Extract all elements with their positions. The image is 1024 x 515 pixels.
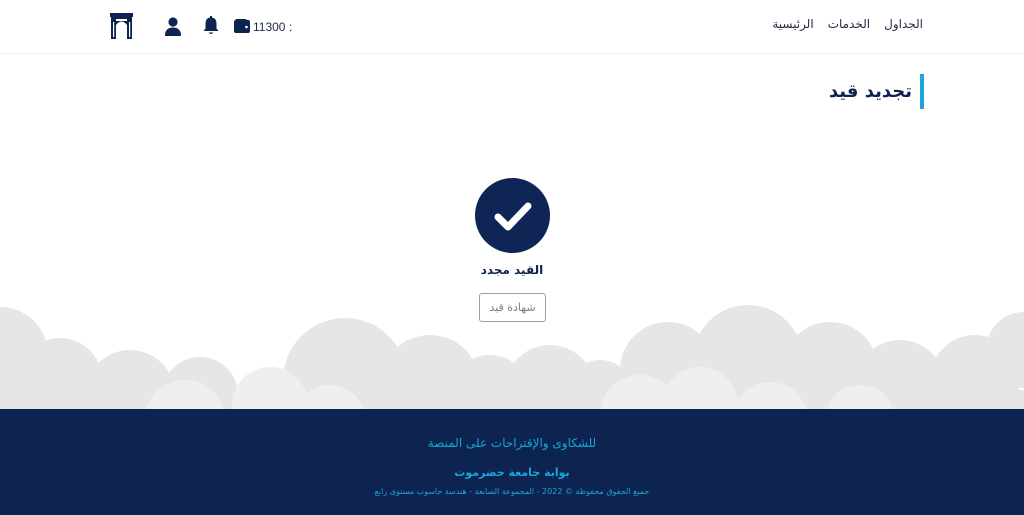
site-footer: للشكاوى والإقتراحات على المنصة بوابة جام… — [0, 409, 1024, 515]
wallet-balance: 11300 : — [253, 20, 292, 34]
nav-home[interactable]: الرئيسية — [772, 17, 813, 31]
page-title: تجديد قيد — [828, 81, 912, 102]
enrollment-certificate-button[interactable]: شهادة قيد — [479, 293, 546, 322]
footer-brand: بوابة جامعة حضرموت — [454, 466, 570, 479]
wallet-icon — [234, 19, 250, 33]
nav-schedules[interactable]: الجداول — [884, 17, 923, 31]
balance-value: 11300 — [253, 20, 286, 34]
check-icon — [494, 202, 531, 230]
user-icon[interactable] — [164, 17, 182, 36]
footer-copyright: جميع الحقوق محفوظة © 2022 - المجموعة الس… — [374, 487, 650, 496]
balance-separator: : — [288, 20, 293, 34]
success-badge — [475, 178, 550, 253]
registration-status: القيد مجدد — [480, 263, 544, 277]
top-header: الرئيسية الخدمات الجداول 11300 : — [0, 0, 1024, 54]
complaints-link[interactable]: للشكاوى والإقتراحات على المنصة — [0, 436, 1024, 450]
page-title-block: تجديد قيد — [829, 74, 924, 109]
nav-services[interactable]: الخدمات — [828, 17, 870, 31]
university-logo-icon[interactable] — [110, 13, 133, 39]
bell-icon[interactable] — [202, 16, 220, 36]
main-nav: الرئيسية الخدمات الجداول — [772, 17, 923, 31]
